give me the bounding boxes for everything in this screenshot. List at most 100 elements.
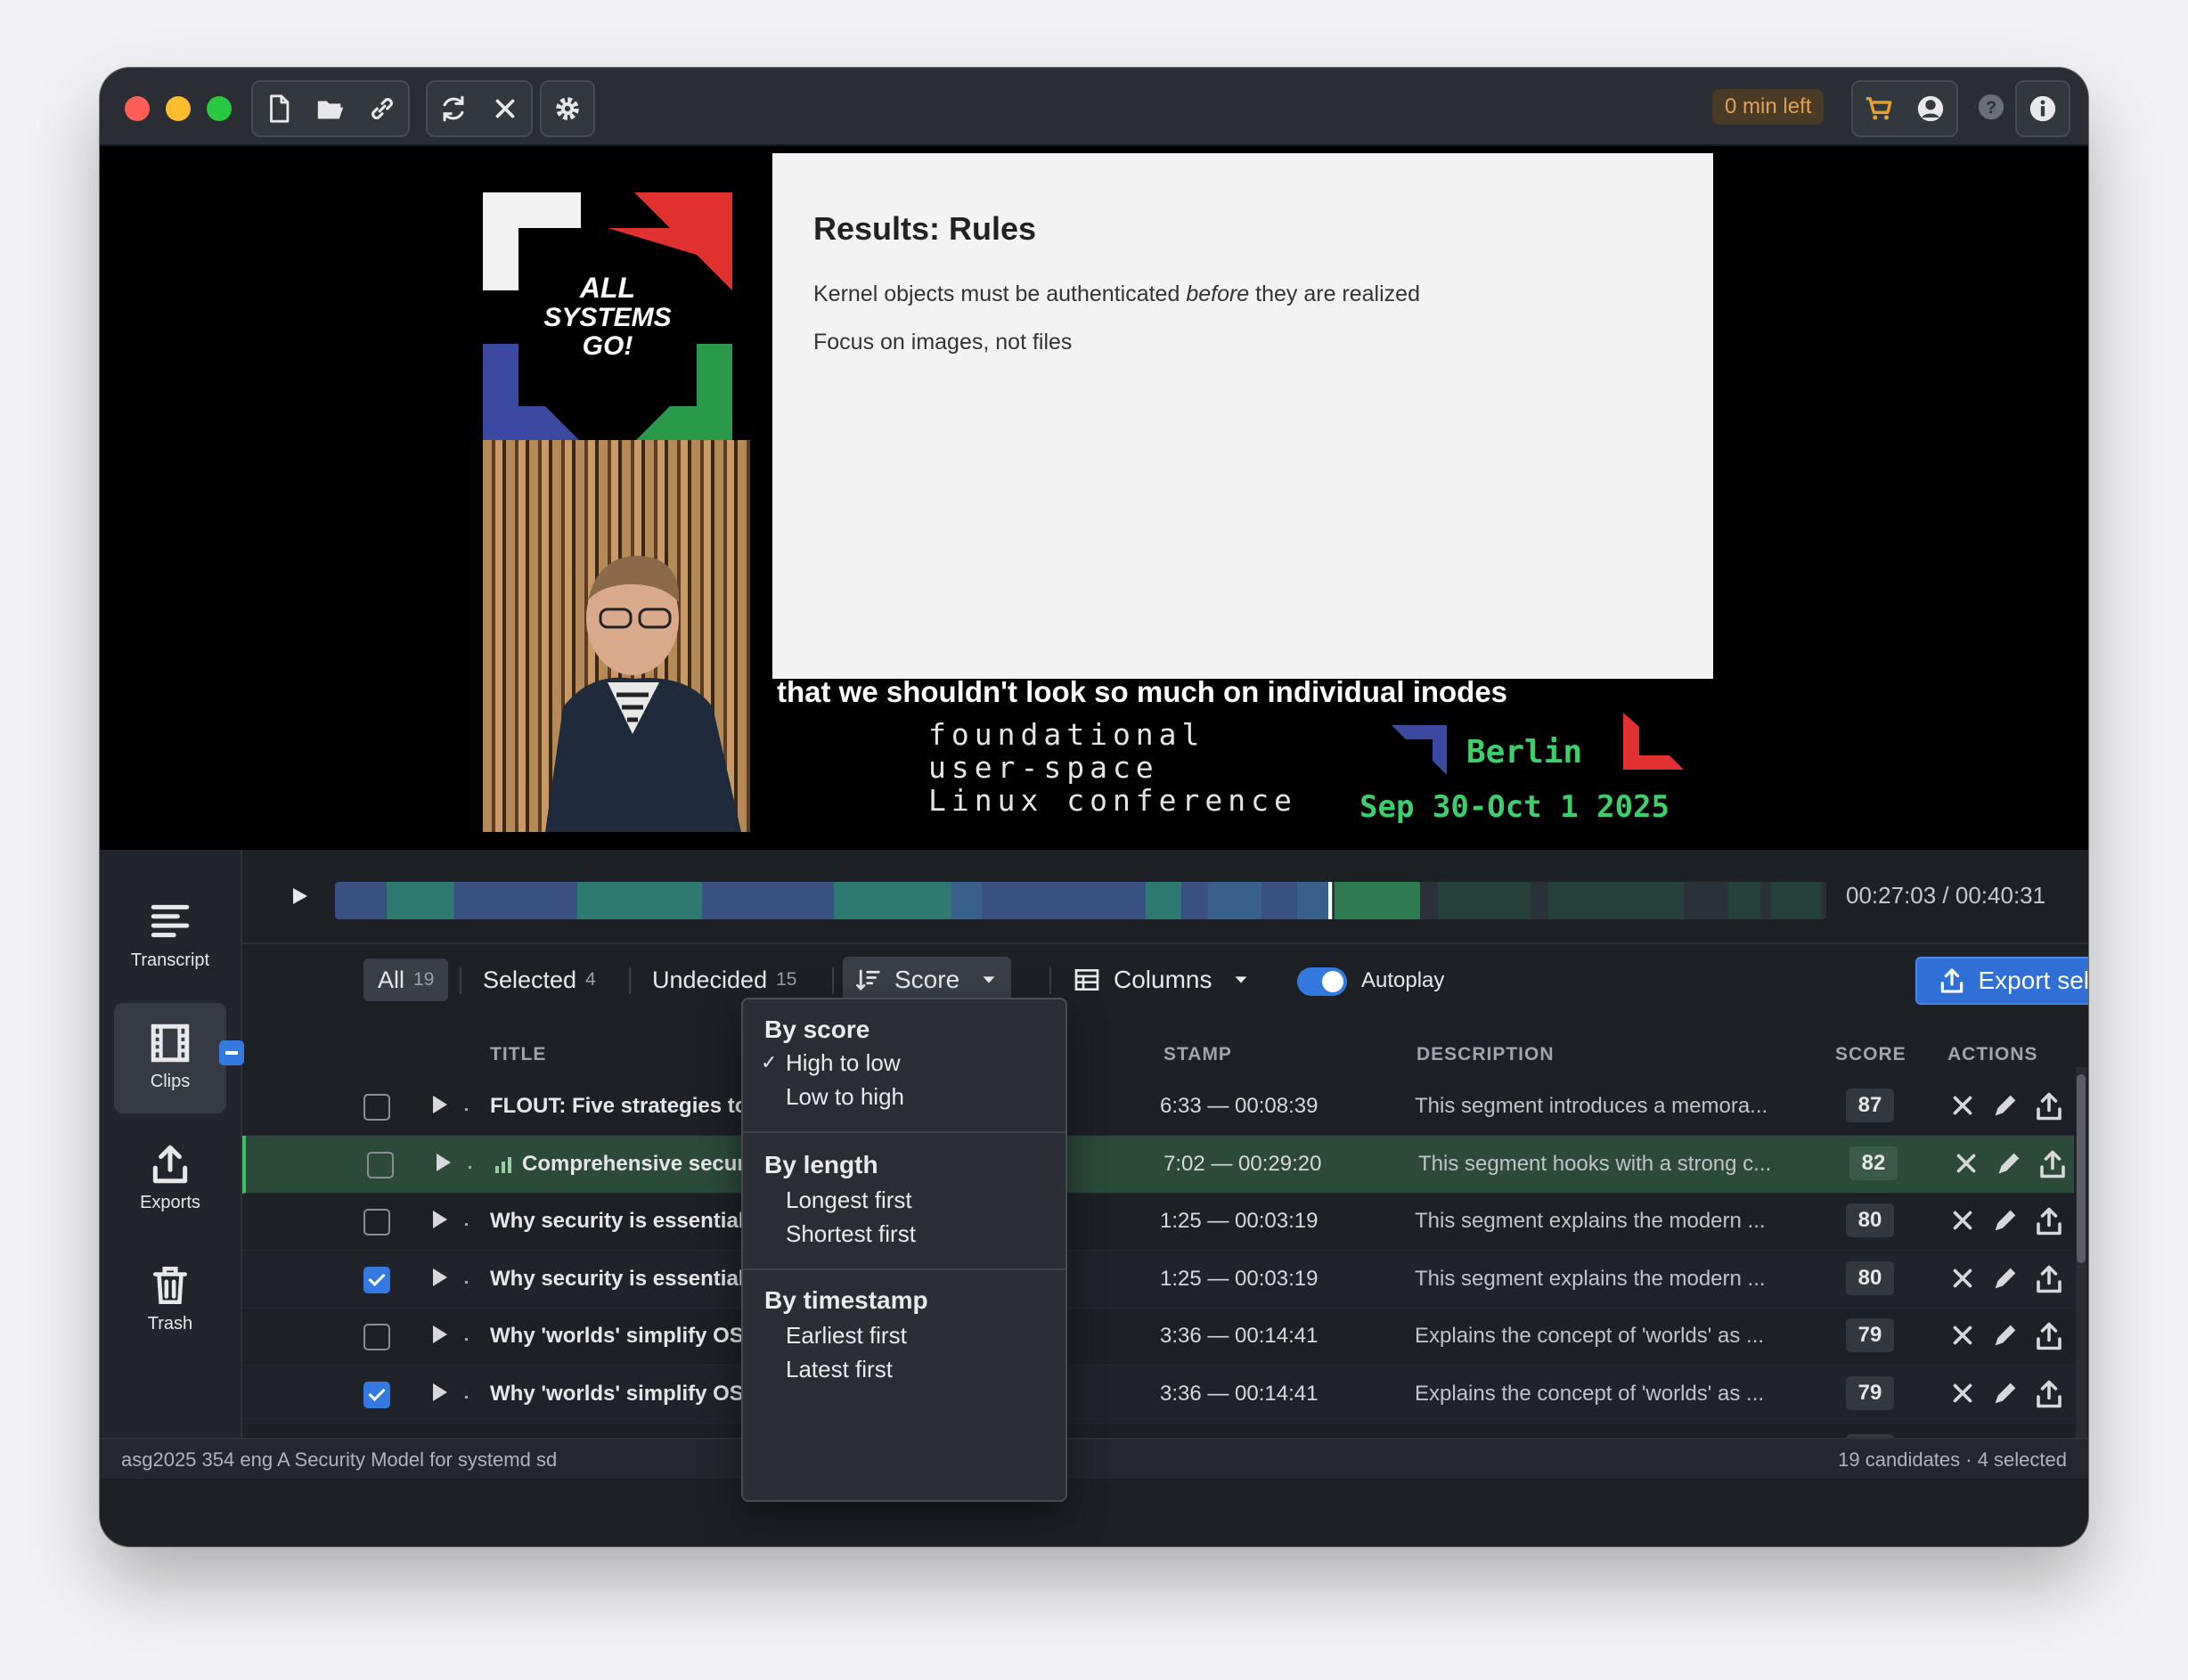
playhead[interactable] <box>1328 882 1332 919</box>
row-checkbox[interactable] <box>363 1209 390 1236</box>
menu-item-high-to-low[interactable]: High to low <box>786 1049 901 1077</box>
refresh-button[interactable] <box>428 82 479 135</box>
chevron-down-icon <box>1236 976 1247 983</box>
status-bar: asg2025 354 eng A Security Model for sys… <box>100 1438 2088 1479</box>
timeline-clip-segment[interactable] <box>834 882 957 919</box>
sort-dropdown[interactable]: Score <box>843 957 1012 1003</box>
menu-item-longest-first[interactable]: Longest first <box>786 1187 912 1214</box>
menu-item-earliest-first[interactable]: Earliest first <box>786 1322 907 1350</box>
timeline-clip-segment[interactable] <box>1146 882 1181 919</box>
info-button[interactable] <box>2017 82 2069 135</box>
clip-timeline[interactable] <box>335 882 1826 919</box>
clips-toolbar: All 19 Selected 4 Undecided 15 Score Column… <box>242 944 2088 1017</box>
play-clip-icon[interactable] <box>433 1325 447 1344</box>
close-icon <box>495 99 515 118</box>
score-badge: 79 <box>1846 1376 1894 1410</box>
reject-icon[interactable] <box>1951 1148 1981 1178</box>
column-header-title[interactable]: TITLE <box>490 1044 546 1065</box>
play-clip-icon[interactable] <box>437 1153 451 1171</box>
account-button[interactable] <box>1905 82 1956 135</box>
table-row[interactable]: Comprehensive security requir 7:02 — 00:2… <box>242 1135 2074 1194</box>
play-clip-icon[interactable] <box>433 1096 447 1113</box>
edit-pencil-icon[interactable] <box>1990 1090 2021 1121</box>
timeline-clip-segment[interactable] <box>1438 882 1531 919</box>
zoom-window-button[interactable] <box>207 96 232 121</box>
table-row[interactable]: Why 'worlds' simplify OS security 3:36 — … <box>242 1366 2074 1423</box>
menu-item-low-to-high[interactable]: Low to high <box>786 1083 904 1111</box>
export-label: Export selected <box>1978 966 2089 994</box>
export-icon[interactable] <box>2033 1263 2065 1295</box>
sidebar-item-transcript[interactable]: Transcript <box>114 882 226 992</box>
export-icon[interactable] <box>2033 1090 2065 1122</box>
export-icon[interactable] <box>2033 1205 2065 1237</box>
export-icon[interactable] <box>2033 1320 2065 1352</box>
timeline-clip-segment[interactable] <box>1548 882 1684 919</box>
autoplay-toggle[interactable] <box>1297 967 1347 996</box>
export-icon[interactable] <box>2033 1378 2065 1410</box>
play-button[interactable] <box>282 878 317 914</box>
timeline-clip-segment[interactable] <box>1335 882 1420 919</box>
link-button[interactable] <box>356 82 408 135</box>
timeline-clip-segment[interactable] <box>1728 882 1760 919</box>
help-button[interactable]: ? <box>1965 80 2017 134</box>
column-header-description[interactable]: DESCRIPTION <box>1416 1044 1555 1065</box>
select-all-checkbox[interactable] <box>219 1040 244 1065</box>
row-checkbox[interactable] <box>363 1094 390 1121</box>
edit-pencil-icon[interactable] <box>1990 1320 2021 1350</box>
tab-all[interactable]: All 19 <box>363 958 449 1001</box>
video-player[interactable]: ALL SYSTEMS GO! Results: Rules Kernel ob… <box>100 146 2088 850</box>
open-folder-button[interactable] <box>305 82 356 135</box>
tab-selected[interactable]: Selected 4 <box>469 958 610 1001</box>
timeline-clip-segment[interactable] <box>951 882 982 919</box>
column-header-score[interactable]: SCORE <box>1835 1044 1906 1065</box>
row-checkbox[interactable] <box>363 1324 390 1351</box>
close-file-button[interactable] <box>479 82 531 135</box>
menu-item-shortest-first[interactable]: Shortest first <box>786 1220 916 1248</box>
menu-item-latest-first[interactable]: Latest first <box>786 1356 893 1383</box>
tagline-line-2: user-space <box>928 750 1159 785</box>
close-window-button[interactable] <box>125 96 150 121</box>
edit-pencil-icon[interactable] <box>1994 1148 2024 1178</box>
play-clip-icon[interactable] <box>433 1383 447 1401</box>
export-selected-button[interactable]: Export selected <box>1915 957 2088 1005</box>
sidebar-item-trash[interactable]: Trash <box>114 1245 226 1356</box>
export-icon[interactable] <box>2037 1148 2069 1180</box>
new-file-button[interactable] <box>253 82 305 135</box>
play-clip-icon[interactable] <box>433 1211 447 1229</box>
timeline-clip-segment[interactable] <box>577 882 702 919</box>
account-button-group <box>1851 80 1958 137</box>
clip-timestamp: 3:36 — 00:14:41 <box>1160 1382 1319 1406</box>
reject-icon[interactable] <box>1947 1090 1978 1121</box>
edit-pencil-icon[interactable] <box>1990 1378 2021 1408</box>
clip-description: Explains the concept of 'worlds' as ... <box>1415 1382 1765 1406</box>
row-checkbox[interactable] <box>363 1266 390 1293</box>
table-row[interactable]: Why security is essential for mode 1:25 —… <box>242 1193 2074 1252</box>
slide-title: Results: Rules <box>813 210 1037 247</box>
sidebar-item-exports[interactable]: Exports <box>114 1124 226 1235</box>
row-checkbox[interactable] <box>367 1151 394 1178</box>
timeline-clip-segment[interactable] <box>1208 882 1261 919</box>
column-header-timestamp[interactable]: STAMP <box>1163 1044 1232 1065</box>
reject-icon[interactable] <box>1947 1263 1978 1293</box>
tab-undecided[interactable]: Undecided 15 <box>638 958 811 1001</box>
play-clip-icon[interactable] <box>433 1268 447 1286</box>
table-scrollbar[interactable] <box>2076 1067 2086 1438</box>
table-row[interactable]: Why logic errors are the main vulr8:38 —… <box>242 1423 2074 1438</box>
timeline-clip-segment[interactable] <box>1771 882 1821 919</box>
cart-button[interactable] <box>1853 82 1905 135</box>
edit-pencil-icon[interactable] <box>1990 1263 2021 1293</box>
columns-dropdown[interactable]: Columns <box>1060 957 1263 1003</box>
row-actions <box>1935 1205 2074 1237</box>
table-row[interactable]: Why security is essential for mode 1:25 —… <box>242 1250 2074 1309</box>
minimize-window-button[interactable] <box>166 96 191 121</box>
timeline-clip-segment[interactable] <box>387 882 454 919</box>
reject-icon[interactable] <box>1947 1378 1978 1408</box>
settings-button[interactable] <box>542 82 593 135</box>
reject-icon[interactable] <box>1947 1205 1978 1236</box>
sidebar-item-clips[interactable]: Clips <box>114 1003 226 1113</box>
edit-pencil-icon[interactable] <box>1990 1205 2021 1236</box>
row-checkbox[interactable] <box>363 1382 390 1408</box>
table-row[interactable]: Why 'worlds' simplify OS security 3:36 — … <box>242 1308 2074 1366</box>
reject-icon[interactable] <box>1947 1320 1978 1350</box>
table-row[interactable]: FLOUT: Five strategies to handle a 6:33 —… <box>242 1078 2074 1136</box>
